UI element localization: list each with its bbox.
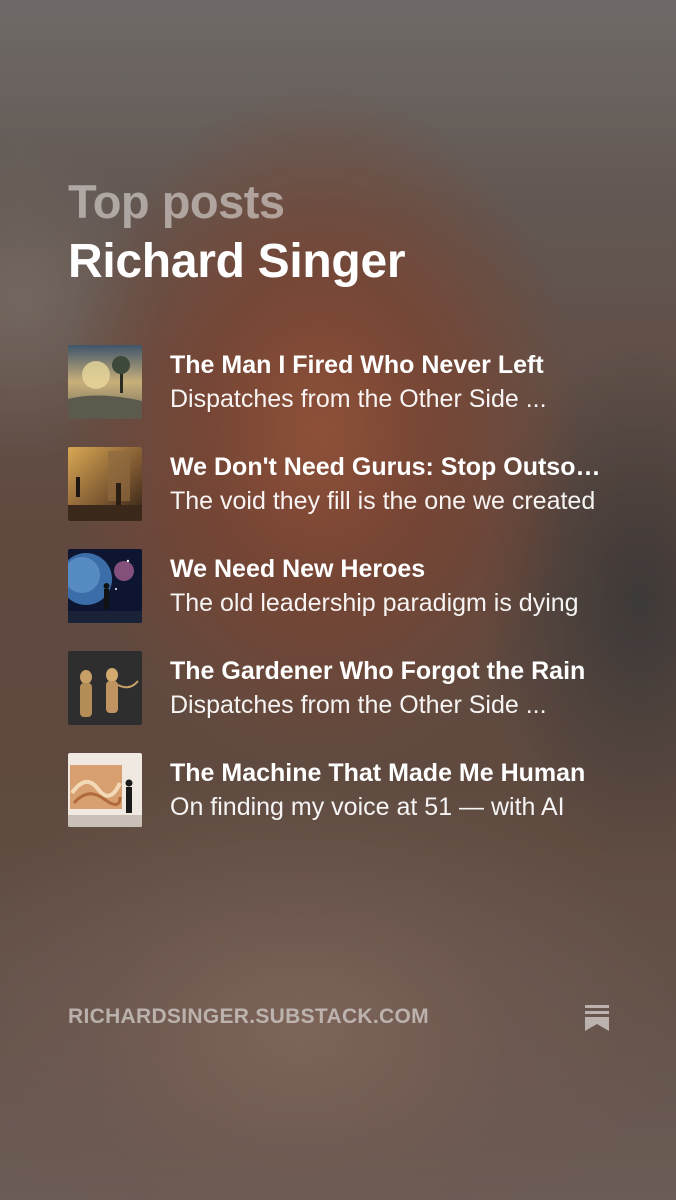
post-item-2[interactable]: We Don't Need Gurus: Stop Outsourcing Yo… [68,447,628,521]
post-title: The Machine That Made Me Human [170,759,586,787]
post-subtitle: Dispatches from the Other Side ... [170,385,547,413]
substack-bookmark-icon [585,1005,609,1031]
post-title: We Don't Need Gurus: Stop Outsourcing Yo… [170,453,610,481]
figure-facing-planet-thumbnail [68,549,142,623]
post-title: We Need New Heroes [170,555,426,583]
post-subtitle: The void they fill is the one we created [170,487,596,515]
post-item-5[interactable]: The Machine That Made Me Human On findin… [68,753,628,827]
post-list: The Man I Fired Who Never Left Dispatche… [68,345,628,855]
top-posts-heading: Top posts [68,175,285,228]
post-subtitle: On finding my voice at 51 — with AI [170,793,565,821]
post-subtitle: Dispatches from the Other Side ... [170,691,547,719]
stormy-tree-painting-thumbnail [68,345,142,419]
publication-url[interactable]: RICHARDSINGER.SUBSTACK.COM [68,1005,429,1029]
golden-figures-thumbnail [68,651,142,725]
post-item-3[interactable]: We Need New Heroes The old leadership pa… [68,549,628,623]
author-name: Richard Singer [68,235,406,288]
post-title: The Man I Fired Who Never Left [170,351,544,379]
post-item-4[interactable]: The Gardener Who Forgot the Rain Dispatc… [68,651,628,725]
post-item-1[interactable]: The Man I Fired Who Never Left Dispatche… [68,345,628,419]
man-viewing-artwork-thumbnail [68,753,142,827]
top-posts-card: Top posts Richard Singer The Man I Fired… [0,0,676,1200]
post-title: The Gardener Who Forgot the Rain [170,657,586,685]
post-subtitle: The old leadership paradigm is dying [170,589,579,617]
figures-in-hall-thumbnail [68,447,142,521]
